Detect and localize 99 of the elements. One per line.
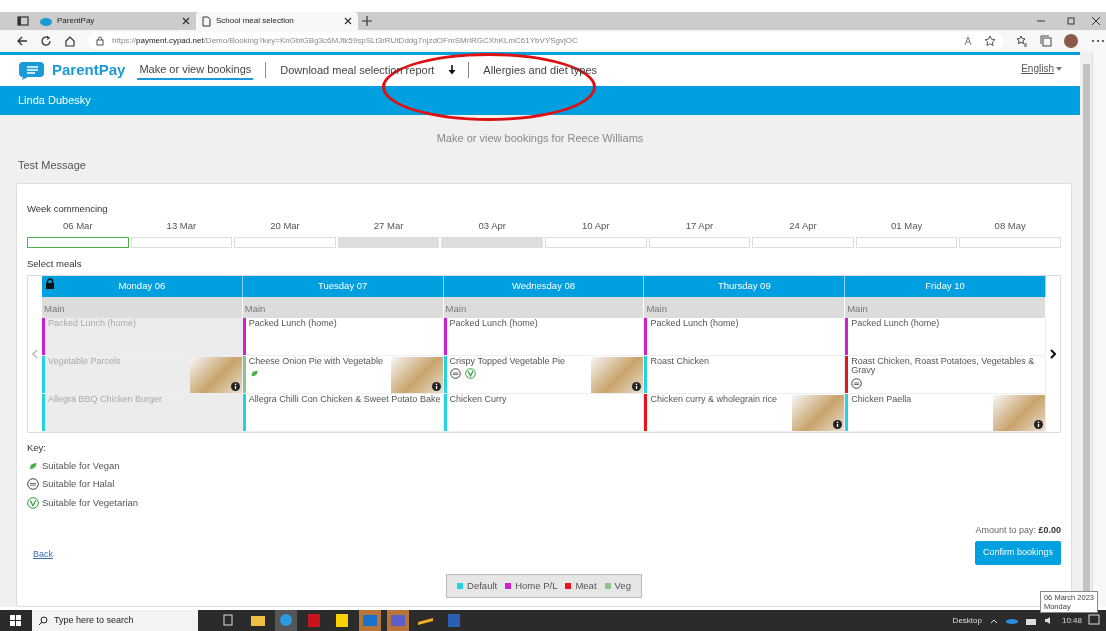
week-selector[interactable]: [27, 236, 129, 248]
vegetarian-icon: [464, 368, 476, 380]
amount-to-pay: Amount to pay: £0.00: [975, 523, 1061, 537]
meal-option[interactable]: Roast Chicken: [644, 355, 846, 394]
info-icon[interactable]: [1034, 419, 1043, 429]
course-heading: Main: [42, 296, 243, 318]
profile-avatar[interactable]: [1064, 34, 1078, 48]
refresh-icon[interactable]: [40, 35, 52, 47]
cloud-logo-icon: [40, 16, 52, 26]
legend-text: Home P/L: [515, 578, 558, 593]
home-icon[interactable]: [64, 35, 76, 47]
collections-icon[interactable]: [1040, 35, 1052, 47]
speech-bubble-logo-icon: [18, 60, 44, 81]
day-name: Wednesday 08: [511, 279, 576, 294]
day-name: Friday 10: [925, 279, 965, 294]
browser-tab[interactable]: ParentPay: [34, 12, 196, 30]
search-icon: [38, 615, 48, 626]
course-heading: Main: [644, 296, 846, 318]
meal-name: Allegra BBQ Chicken Burger: [48, 394, 164, 405]
info-icon[interactable]: [833, 419, 843, 429]
browser-tab[interactable]: School meal selection: [196, 12, 358, 30]
legend-text: Veg: [614, 578, 631, 593]
legend-text: Default: [467, 578, 498, 593]
day-name: Thursday 09: [717, 279, 771, 294]
key-text: Suitable for Vegan: [42, 459, 120, 473]
meal-name: Chicken Paella: [851, 394, 913, 405]
week-date: 17 Apr: [685, 219, 714, 234]
key-text: Suitable for Vegetarian: [42, 495, 139, 510]
day-name: Monday 06: [118, 279, 166, 294]
message-text: Test Message: [17, 157, 87, 173]
meal-option[interactable]: Packed Lunch (home): [443, 317, 645, 356]
meal-name: Chicken curry & wholegrain rice: [650, 394, 778, 405]
vegetarian-icon: [27, 496, 39, 509]
meal-option[interactable]: Cheese Onion Pie with Vegetable: [242, 355, 444, 394]
key-text: Suitable for Halal: [42, 477, 115, 492]
meal-name: Packed Lunch (home): [851, 318, 941, 329]
week-date: 13 Mar: [166, 219, 197, 234]
key-label: Key:: [27, 440, 47, 455]
brand-name: ParentPay: [52, 60, 126, 81]
meal-option[interactable]: Chicken curry & wholegrain rice: [644, 393, 846, 432]
download-arrow-icon[interactable]: [448, 65, 457, 76]
meal-name: Packed Lunch (home): [449, 318, 539, 329]
meal-option[interactable]: Chicken Curry: [443, 393, 645, 432]
back-icon[interactable]: [16, 35, 28, 47]
meal-option[interactable]: Roast Chicken, Roast Potatoes, Vegetables & Gravy: [845, 355, 1046, 394]
meal-option[interactable]: Packed Lunch (home): [644, 317, 846, 356]
day-name: Tuesday 07: [318, 279, 368, 294]
address-bar[interactable]: https://payment.cypad.net/Demo/Booking?key=KnGbtGBg3c6MJtk59spSLt3rRUtDddg7njzdOFmSMrlRGCXhKLmC61YbVYSgvjOC: [88, 32, 1004, 50]
meal-option[interactable]: Packed Lunch (home): [242, 317, 444, 356]
nav-link[interactable]: Make or view bookings: [137, 60, 254, 81]
meal-name: Roast Chicken: [650, 356, 710, 367]
meal-name: Cheese Onion Pie with Vegetable: [248, 356, 384, 367]
week-date: 08 May: [994, 219, 1026, 234]
info-icon[interactable]: [230, 381, 240, 391]
section-label: Week commencing: [27, 202, 109, 216]
back-link[interactable]: Back: [33, 548, 53, 562]
clock-time[interactable]: 10:48: [1061, 614, 1082, 627]
cloud-icon[interactable]: [1005, 617, 1018, 624]
lock-icon: [96, 36, 104, 46]
week-date: 06 Mar: [63, 219, 93, 234]
close-icon[interactable]: [182, 17, 190, 25]
meal-name: Chicken Curry: [449, 394, 508, 405]
halal-icon: [27, 478, 39, 491]
halal-icon: [449, 368, 461, 380]
halal-icon: [851, 377, 863, 389]
meal-name: Vegetable Parcels: [48, 356, 122, 367]
week-date: 10 Apr: [582, 219, 610, 234]
language-dropdown[interactable]: English: [1021, 61, 1054, 76]
meal-option[interactable]: Crispy Topped Vegetable Pie: [443, 355, 645, 394]
meal-name: Packed Lunch (home): [650, 318, 740, 329]
chevron-up-icon[interactable]: [989, 617, 998, 624]
info-icon[interactable]: [632, 381, 642, 391]
caret-down-icon: [1056, 67, 1062, 71]
week-date: 27 Mar: [373, 219, 404, 234]
week-date: 01 May: [891, 219, 923, 234]
week-date: 03 Apr: [478, 219, 506, 234]
user-name-banner: Linda Dubesky: [0, 85, 1080, 115]
meal-name: Packed Lunch (home): [248, 318, 338, 329]
meal-option[interactable]: Packed Lunch (home): [845, 317, 1046, 356]
meal-option[interactable]: Chicken Paella: [845, 393, 1046, 432]
meal-name: Roast Chicken, Roast Potatoes, Vegetables & Gravy: [851, 356, 1036, 376]
meal-name: Crispy Topped Vegetable Pie: [449, 356, 566, 367]
page-title: Make or view bookings for Reece Williams: [435, 131, 645, 146]
meal-name: Allegra Chilli Con Chicken & Sweet Potato Bake: [248, 394, 442, 405]
week-date: 24 Apr: [789, 219, 817, 234]
favorites-icon[interactable]: [1016, 35, 1028, 47]
meal-option[interactable]: Allegra Chilli Con Chicken & Sweet Potato Bake: [242, 393, 444, 432]
chevron-right-icon[interactable]: [1050, 348, 1056, 359]
desktop-toolbar-label[interactable]: Desktop: [952, 614, 982, 627]
section-label: Select meals: [27, 256, 83, 271]
info-icon[interactable]: [431, 381, 441, 391]
legend-text: Meat: [575, 578, 597, 593]
course-heading: Main: [845, 296, 1046, 318]
close-icon[interactable]: [344, 17, 352, 25]
add-favorite-icon[interactable]: [984, 35, 996, 47]
week-date: 20 Mar: [270, 219, 300, 234]
taskbar-search-field[interactable]: Type here to search: [32, 610, 198, 631]
meal-name: Packed Lunch (home): [48, 318, 138, 329]
page-icon: [202, 15, 211, 27]
